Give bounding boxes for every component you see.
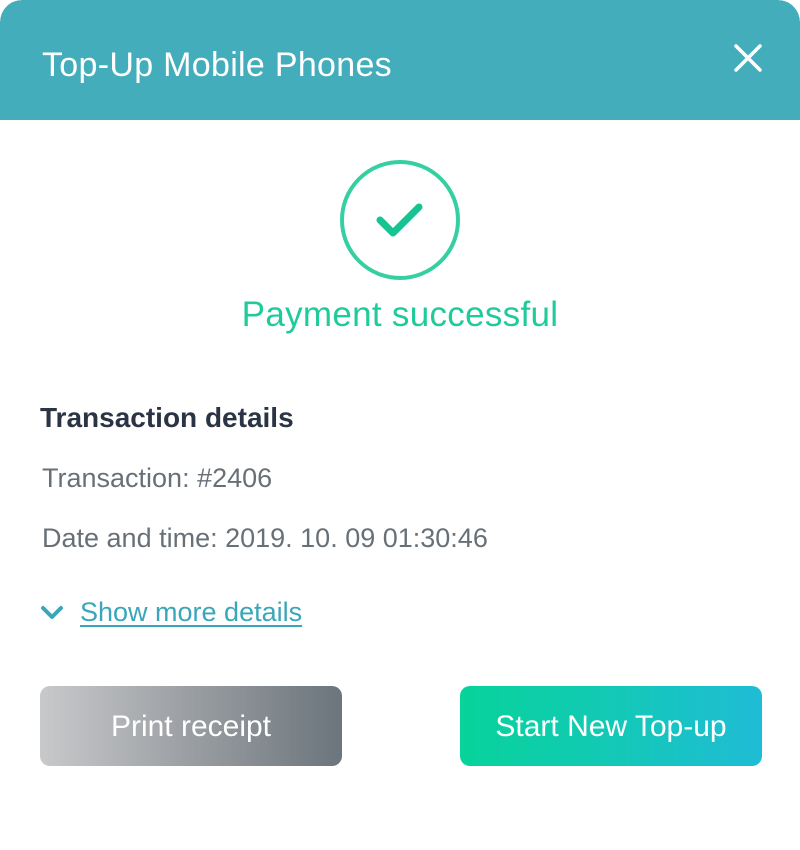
topup-dialog: Top-Up Mobile Phones Payment successful … xyxy=(0,0,800,850)
close-icon xyxy=(734,44,762,72)
close-button[interactable] xyxy=(726,36,770,80)
chevron-down-icon xyxy=(41,606,63,619)
check-circle-icon xyxy=(340,160,460,280)
transaction-details-heading: Transaction details xyxy=(40,402,294,433)
start-new-topup-button[interactable]: Start New Top-up xyxy=(460,686,762,766)
transaction-datetime: Date and time: 2019. 10. 09 01:30:46 xyxy=(42,523,488,553)
show-more-details-label: Show more details xyxy=(80,597,303,627)
dialog-title: Top-Up Mobile Phones xyxy=(42,46,392,84)
transaction-id: Transaction: #2406 xyxy=(42,463,273,493)
payment-status-message: Payment successful xyxy=(241,295,559,334)
show-more-details-link[interactable]: Show more details xyxy=(38,594,302,630)
dialog-header: Top-Up Mobile Phones xyxy=(0,0,800,120)
print-receipt-button[interactable]: Print receipt xyxy=(40,686,342,766)
